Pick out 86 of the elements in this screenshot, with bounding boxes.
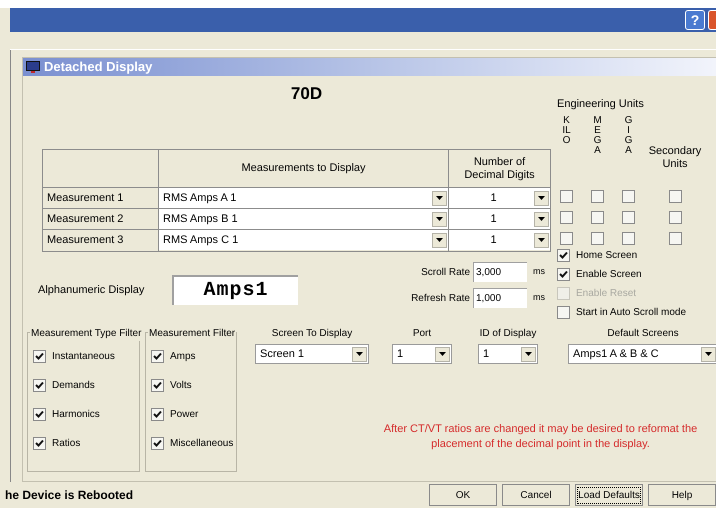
checkbox[interactable]: [591, 211, 604, 224]
checkbox-label: Power: [170, 408, 198, 422]
field-label: Default Screens: [607, 327, 679, 341]
field-label: Alphanumeric Display: [38, 282, 146, 298]
checkbox[interactable]: [622, 211, 635, 224]
dialog-title: Detached Display: [44, 58, 152, 76]
checkbox-label: Harmonics: [52, 408, 100, 422]
dialog-button[interactable]: Cancel: [502, 484, 570, 506]
help-button[interactable]: ?: [685, 10, 705, 30]
checkbox[interactable]: [668, 211, 682, 224]
device-title: 70D: [290, 83, 324, 105]
checkbox[interactable]: [33, 379, 46, 392]
unit-label: GIGA: [624, 116, 633, 158]
checkbox-label: Enable Reset: [576, 286, 636, 300]
field-label: Screen To Display: [272, 327, 352, 341]
checkbox-label: Volts: [170, 379, 192, 393]
column-header: Number of Decimal Digits: [463, 154, 536, 182]
checkbox[interactable]: [560, 190, 573, 203]
dialog-button[interactable]: Load Defaults: [575, 484, 643, 506]
checkmark-icon: [153, 381, 162, 390]
checkbox[interactable]: [622, 190, 635, 203]
dialog-button[interactable]: OK: [429, 484, 497, 506]
checkbox[interactable]: [33, 350, 46, 363]
checkbox[interactable]: [560, 232, 573, 245]
dropdown[interactable]: RMS Amps C 1: [159, 230, 448, 250]
checkbox-label: Demands: [52, 379, 95, 393]
section-title: Engineering Units: [557, 97, 645, 110]
checkmark-icon: [35, 381, 44, 390]
close-button[interactable]: [708, 10, 716, 30]
checkbox[interactable]: [33, 408, 46, 421]
field-label: Port: [412, 327, 432, 341]
monitor-icon: [26, 61, 40, 73]
dropdown[interactable]: 1: [449, 209, 550, 229]
dropdown[interactable]: Amps1 A & B & C: [568, 344, 716, 364]
checkbox[interactable]: [557, 268, 570, 280]
checkbox-label: Amps: [170, 350, 196, 364]
checkbox[interactable]: [151, 350, 164, 363]
dropdown[interactable]: RMS Amps B 1: [159, 209, 448, 229]
checkbox[interactable]: [151, 379, 164, 392]
alphanumeric-display: Amps1: [172, 275, 298, 305]
checkmark-icon: [35, 410, 44, 419]
field-label: Refresh Rate: [411, 292, 470, 306]
field-label: ID of Display: [480, 327, 536, 341]
checkbox-label: Instantaneous: [52, 350, 115, 364]
checkbox[interactable]: [151, 437, 164, 450]
info-message: After CT/VT ratios are changed it may be desired to reformat the placement of the decimal point in the display.: [382, 422, 698, 452]
checkbox-label: Enable Screen: [576, 268, 642, 282]
checkbox[interactable]: [557, 248, 570, 262]
input-field[interactable]: 3,000: [473, 262, 527, 282]
checkmark-icon: [559, 250, 568, 260]
checkbox[interactable]: [668, 232, 682, 245]
checkbox[interactable]: [557, 306, 570, 318]
checkbox-label: Miscellaneous: [170, 437, 234, 451]
checkbox[interactable]: [151, 408, 164, 421]
dropdown[interactable]: 1: [449, 188, 550, 208]
group-title: Measurement Type Filter: [30, 326, 142, 341]
checkbox-label: Start in Auto Scroll mode: [576, 306, 686, 320]
checkbox[interactable]: [591, 190, 604, 203]
checkmark-icon: [559, 270, 568, 278]
dropdown[interactable]: RMS Amps A 1: [159, 188, 448, 208]
column-header: Measurements to Display: [159, 150, 449, 187]
checkbox[interactable]: [591, 232, 604, 245]
dropdown[interactable]: 1: [392, 344, 452, 364]
dropdown[interactable]: 1: [449, 230, 550, 250]
checkmark-icon: [35, 439, 44, 448]
field-label: Scroll Rate: [421, 266, 470, 280]
unit-label: Secondary Units: [648, 145, 702, 172]
unit-text: ms: [533, 291, 546, 304]
input-field[interactable]: 1,000: [473, 288, 527, 308]
checkbox[interactable]: [33, 437, 46, 450]
checkmark-icon: [153, 352, 162, 361]
checkbox[interactable]: [622, 232, 635, 245]
checkmark-icon: [153, 410, 162, 419]
checkbox[interactable]: [560, 211, 573, 224]
checkbox-label: Ratios: [52, 437, 80, 451]
unit-label: MEGA: [593, 116, 602, 158]
checkmark-icon: [35, 352, 44, 361]
unit-label: KILO: [562, 116, 571, 148]
checkbox-label: Home Screen: [576, 248, 638, 262]
status-text: he Device is Rebooted: [4, 487, 134, 504]
dropdown[interactable]: 1: [478, 344, 538, 364]
checkmark-icon: [153, 439, 162, 448]
dropdown[interactable]: Screen 1: [255, 344, 369, 364]
checkbox[interactable]: [668, 190, 682, 203]
dialog-button[interactable]: Help: [648, 484, 716, 506]
unit-text: ms: [533, 265, 546, 278]
